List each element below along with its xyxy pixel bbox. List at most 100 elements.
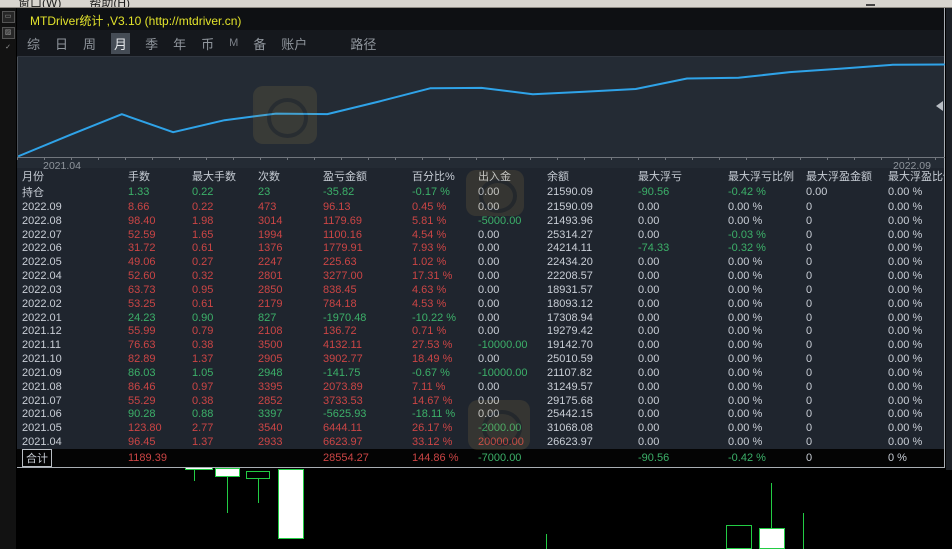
cell: 82.89	[128, 353, 156, 366]
cell: 0.00	[638, 325, 660, 338]
table-row[interactable]: 2022.04 52.60 0.32 2801 3277.00 17.31 % 0.00 22…	[17, 269, 944, 283]
cell: 86.46	[128, 380, 156, 393]
tab-account[interactable]: 账户	[281, 34, 307, 53]
tab-currency[interactable]: 币	[201, 34, 214, 53]
check-icon[interactable]: ✓	[2, 43, 15, 55]
cell: -10000.00	[478, 339, 528, 352]
table-row[interactable]: 2021.11 76.63 0.38 3500 4132.11 27.53 % -10000…	[17, 338, 944, 352]
cell: 0	[806, 270, 813, 283]
table-row[interactable]: 2021.04 96.45 1.37 2933 6623.97 33.12 % 20000.…	[17, 435, 944, 449]
menu-help[interactable]: 帮助(H)	[89, 0, 130, 7]
cell: 0.00 %	[888, 435, 923, 448]
cell: 21493.96	[547, 214, 593, 227]
cell: 0.00	[638, 422, 660, 435]
tab-month[interactable]: 月	[111, 32, 131, 54]
cell: 0.38	[192, 339, 214, 352]
cell: 1.65	[192, 228, 214, 241]
cell: 2850	[258, 283, 283, 296]
cell: 0.00 %	[728, 214, 763, 227]
table-row[interactable]: 2021.12 55.99 0.79 2108 136.72 0.71 % 0.00 1927…	[17, 324, 944, 338]
cell: 5.81 %	[412, 214, 447, 227]
cell: 0.45 %	[412, 200, 447, 213]
cell: 0.00 %	[728, 256, 763, 269]
minimize-icon[interactable]	[866, 4, 875, 6]
cell: 2108	[258, 325, 283, 338]
panel-collapse-arrow-icon[interactable]	[936, 101, 943, 111]
cell: 0.90	[192, 311, 214, 324]
table-row[interactable]: 2021.10 82.89 1.37 2905 3902.77 18.49 % 0.00 25…	[17, 352, 944, 366]
cell: 1.05	[192, 366, 214, 379]
tab-week[interactable]: 周	[83, 34, 96, 53]
cell: 2022.05	[22, 256, 62, 269]
cell: 0	[806, 451, 813, 464]
tab-day[interactable]: 日	[55, 34, 68, 53]
cell: 2905	[258, 353, 283, 366]
cell: 2021.04	[22, 435, 62, 448]
path-button[interactable]: 路径	[350, 34, 376, 53]
candle-wick	[258, 479, 259, 503]
cell: -74.33	[638, 242, 670, 255]
cell: 52.60	[128, 270, 156, 283]
cell: 0.00 %	[888, 270, 923, 283]
table-row[interactable]: 2022.08 98.40 1.98 3014 1179.69 5.81 % -5000.0…	[17, 214, 944, 228]
cell: 0	[806, 325, 813, 338]
panel-title[interactable]: MTDriver统计 ,V3.10 (http://mtdriver.cn)	[17, 8, 944, 30]
window-tile-icon[interactable]: ▭	[1, 11, 15, 23]
cell: 0.00	[478, 228, 500, 241]
cell: 63.73	[128, 283, 156, 296]
cell: 22208.57	[547, 270, 593, 283]
cell: 1.37	[192, 353, 214, 366]
cell: 6444.11	[323, 422, 362, 435]
table-row[interactable]: 持仓 1.33 0.22 23 -35.82 -0.17 % 0.00 21590.09 -90…	[17, 184, 944, 200]
cell: 0.00	[638, 394, 660, 407]
cell: 2022.02	[22, 297, 62, 310]
table-row[interactable]: 2022.02 53.25 0.61 2179 784.18 4.53 % 0.00 1809…	[17, 297, 944, 311]
pattern-grid-icon[interactable]: ▨	[1, 27, 15, 39]
cell: 0.00	[478, 311, 500, 324]
cell: 2022.01	[22, 311, 62, 324]
cell: 0.61	[192, 297, 214, 310]
cell: 0.00 %	[888, 228, 923, 241]
cell: -90.56	[638, 186, 670, 198]
total-row[interactable]: 合计 1189.39 28554.27 144.86 % -7000.00 -90.56 -…	[17, 448, 944, 467]
cell: 838.45	[323, 283, 357, 296]
cell: 0.00 %	[888, 214, 923, 227]
panel-toolbar: 综 日 周 月 季 年 币 M 备 账户 路径	[17, 30, 944, 56]
cell: 0	[806, 242, 813, 255]
cell: 0.22	[192, 186, 214, 198]
cell: 0.00	[638, 228, 660, 241]
tab-summary[interactable]: 综	[27, 34, 40, 53]
tab-m[interactable]: M	[229, 37, 238, 49]
cell: 18093.12	[547, 297, 593, 310]
table-row[interactable]: 2022.07 52.59 1.65 1994 1100.16 4.54 % 0.00 253…	[17, 228, 944, 242]
table-row[interactable]: 2021.09 86.03 1.05 2948 -141.75 -0.67 % -10000…	[17, 366, 944, 380]
cell: 2933	[258, 435, 283, 448]
left-toolbar-strip: ▭ ▨ ✓	[0, 8, 17, 549]
table-row[interactable]: 2021.06 90.28 0.88 3397 -5625.93 -18.11 % 0.00…	[17, 407, 944, 421]
tab-notes[interactable]: 备	[253, 34, 266, 53]
cell: 0.00 %	[728, 380, 763, 393]
cell: 2021.11	[22, 339, 61, 352]
cell: 31068.08	[547, 422, 593, 435]
table-row[interactable]: 2021.05 123.80 2.77 3540 6444.11 26.17 % -2000…	[17, 421, 944, 435]
table-row[interactable]: 2022.05 49.06 0.27 2247 225.63 1.02 % 0.00 2243…	[17, 255, 944, 269]
table-row[interactable]: 2021.07 55.29 0.38 2852 3733.53 14.67 % 0.00 29…	[17, 394, 944, 408]
cell: 0.00	[638, 366, 660, 379]
cell: 28554.27	[323, 451, 369, 464]
candle	[726, 525, 752, 549]
cell: 0.97	[192, 380, 214, 393]
cell: 19279.42	[547, 325, 593, 338]
table-row[interactable]: 2021.08 86.46 0.97 3395 2073.89 7.11 % 0.00 312…	[17, 380, 944, 394]
table-row[interactable]: 2022.06 31.72 0.61 1376 1779.91 7.93 % 0.00 242…	[17, 241, 944, 255]
table-row[interactable]: 2022.03 63.73 0.95 2850 838.45 4.63 % 0.00 1893…	[17, 283, 944, 297]
cell: 0.00	[478, 242, 500, 255]
table-row[interactable]: 2022.09 8.66 0.22 473 96.13 0.45 % 0.00 21590.0…	[17, 200, 944, 214]
tab-year[interactable]: 年	[173, 34, 186, 53]
cell: -0.32 %	[728, 242, 766, 255]
cell: 18.49 %	[412, 353, 453, 366]
table-row[interactable]: 2022.01 24.23 0.90 827 -1970.48 -10.22 % 0.00 1…	[17, 311, 944, 325]
tab-quarter[interactable]: 季	[145, 34, 158, 53]
cell: 0.00 %	[888, 325, 923, 338]
menu-window[interactable]: 窗口(W)	[18, 0, 61, 7]
cell: 24.23	[128, 311, 156, 324]
